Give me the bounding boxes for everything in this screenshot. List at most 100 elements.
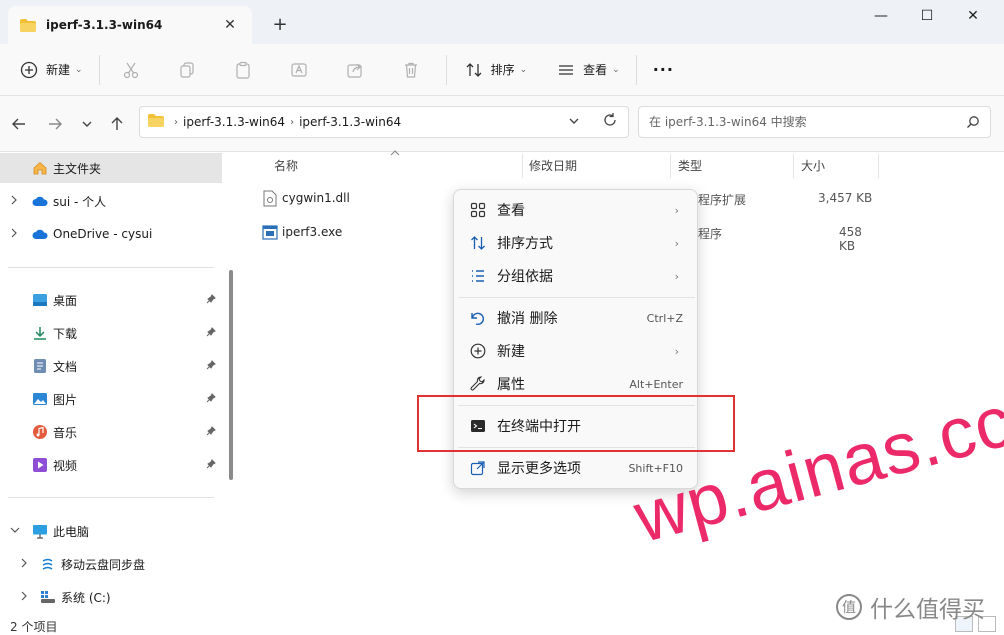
address-field[interactable]: › iperf-3.1.3-win64 › iperf-3.1.3-win64 [139, 106, 629, 138]
sidebar-item-desktop[interactable]: 桌面 [0, 285, 222, 315]
back-button[interactable] [9, 114, 29, 134]
sidebar-item-this-pc[interactable]: 此电脑 [0, 516, 222, 546]
menu-item-view[interactable]: 查看 › [458, 194, 695, 226]
sidebar-item-system-drive[interactable]: 系统 (C:) [0, 582, 222, 612]
sidebar-item-label: 视频 [53, 458, 78, 473]
toolbar-divider [98, 54, 100, 85]
search-icon[interactable] [966, 115, 980, 129]
view-button[interactable]: 查看 ⌄ [547, 53, 628, 87]
chevron-right-icon[interactable] [20, 591, 28, 604]
sidebar-item-cloud-sync[interactable]: 移动云盘同步盘 [0, 549, 222, 579]
sidebar-item-label: 系统 (C:) [61, 590, 111, 605]
desktop-icon [32, 292, 48, 308]
column-header-size[interactable]: 大小 [801, 157, 825, 174]
sidebar-item-label: 音乐 [53, 425, 78, 440]
file-size: 3,457 KB [818, 191, 873, 205]
menu-item-sort[interactable]: 排序方式 › [458, 227, 695, 259]
pin-icon[interactable] [206, 458, 216, 472]
chevron-down-icon[interactable] [10, 526, 20, 537]
forward-button[interactable] [45, 114, 65, 134]
menu-item-label: 查看 [497, 203, 525, 219]
minimize-button[interactable]: — [858, 4, 904, 28]
column-header-type[interactable]: 类型 [678, 157, 702, 174]
address-bar: › iperf-3.1.3-win64 › iperf-3.1.3-win64 [0, 96, 1004, 152]
copy-button[interactable] [168, 53, 206, 87]
sidebar-divider [8, 267, 214, 268]
menu-separator [458, 297, 695, 298]
up-button[interactable] [107, 114, 127, 134]
drive-icon [40, 589, 56, 605]
tab-iperf[interactable]: iperf-3.1.3-win64 ✕ [8, 6, 252, 44]
more-options-button[interactable]: ··· [645, 53, 682, 87]
paste-button[interactable] [224, 53, 262, 87]
address-history-dropdown[interactable] [568, 115, 580, 130]
sidebar-item-downloads[interactable]: 下载 [0, 318, 222, 348]
column-divider[interactable] [670, 154, 671, 178]
pin-icon[interactable] [206, 392, 216, 406]
column-header-name[interactable]: 名称 [274, 157, 298, 174]
menu-item-group[interactable]: 分组依据 › [458, 260, 695, 292]
logo-icon: 值 [836, 594, 862, 620]
search-input[interactable] [649, 115, 966, 129]
chevron-right-icon[interactable] [10, 228, 18, 241]
shortcut-text: Ctrl+Z [646, 311, 683, 325]
file-type: 程序 [698, 227, 723, 241]
menu-item-undo-delete[interactable]: 撤消 删除 Ctrl+Z [458, 302, 695, 334]
share-button[interactable] [336, 53, 374, 87]
watermark-logo: 值 什么值得买 [836, 590, 985, 624]
sidebar-item-label: 文档 [53, 359, 78, 374]
sidebar-item-documents[interactable]: 文档 [0, 351, 222, 381]
column-divider[interactable] [878, 154, 879, 178]
sidebar-item-onedrive[interactable]: OneDrive - cysui [0, 219, 222, 249]
cut-button[interactable] [112, 53, 150, 87]
chevron-right-icon[interactable] [10, 195, 18, 208]
sidebar-item-videos[interactable]: 视频 [0, 450, 222, 480]
clipboard-icon [232, 59, 254, 81]
view-label: 查看 [583, 63, 608, 77]
breadcrumb-item[interactable]: iperf-3.1.3-win64 [183, 115, 285, 129]
sidebar-item-home[interactable]: 主文件夹 [0, 153, 222, 183]
sidebar-divider [8, 497, 214, 498]
sidebar-item-label: 主文件夹 [53, 161, 102, 176]
tab-close-button[interactable]: ✕ [220, 17, 240, 33]
sort-button[interactable]: 排序 ⌄ [455, 53, 536, 87]
rename-button[interactable] [280, 53, 318, 87]
close-window-button[interactable]: ✕ [950, 4, 996, 28]
sidebar-item-pictures[interactable]: 图片 [0, 384, 222, 414]
video-icon [32, 457, 48, 473]
column-divider[interactable] [793, 154, 794, 178]
pin-icon[interactable] [206, 425, 216, 439]
new-label: 新建 [46, 63, 71, 77]
arrow-left-icon [12, 118, 25, 130]
home-icon [32, 160, 48, 176]
new-tab-button[interactable]: + [270, 14, 290, 35]
column-divider[interactable] [522, 154, 523, 178]
refresh-button[interactable] [602, 112, 618, 132]
pin-icon[interactable] [206, 293, 216, 307]
menu-item-new[interactable]: 新建 › [458, 335, 695, 367]
pin-icon[interactable] [206, 326, 216, 340]
breadcrumb-separator: › [174, 116, 178, 128]
delete-button[interactable] [392, 53, 430, 87]
undo-icon [470, 310, 486, 326]
pin-icon[interactable] [206, 359, 216, 373]
share-icon [344, 59, 366, 81]
dll-file-icon [263, 190, 277, 210]
sort-ascending-icon [390, 148, 400, 159]
menu-item-label: 排序方式 [497, 236, 553, 252]
maximize-button[interactable]: ☐ [904, 4, 950, 28]
chevron-right-icon[interactable] [20, 558, 28, 571]
recent-locations-button[interactable] [77, 114, 97, 134]
breadcrumb-separator: › [290, 116, 295, 128]
sidebar-scrollbar[interactable] [229, 270, 233, 480]
sort-icon [470, 235, 486, 251]
new-button[interactable]: 新建 ⌄ [10, 53, 91, 87]
menu-item-label: 属性 [497, 377, 525, 393]
highlight-box [417, 395, 735, 452]
cloud-icon [32, 193, 48, 209]
sidebar-item-sui[interactable]: sui - 个人 [0, 186, 222, 216]
arrow-right-icon [49, 118, 62, 130]
sidebar-item-music[interactable]: 音乐 [0, 417, 222, 447]
column-header-date[interactable]: 修改日期 [529, 157, 577, 174]
breadcrumb-item[interactable]: iperf-3.1.3-win64 [299, 115, 401, 129]
